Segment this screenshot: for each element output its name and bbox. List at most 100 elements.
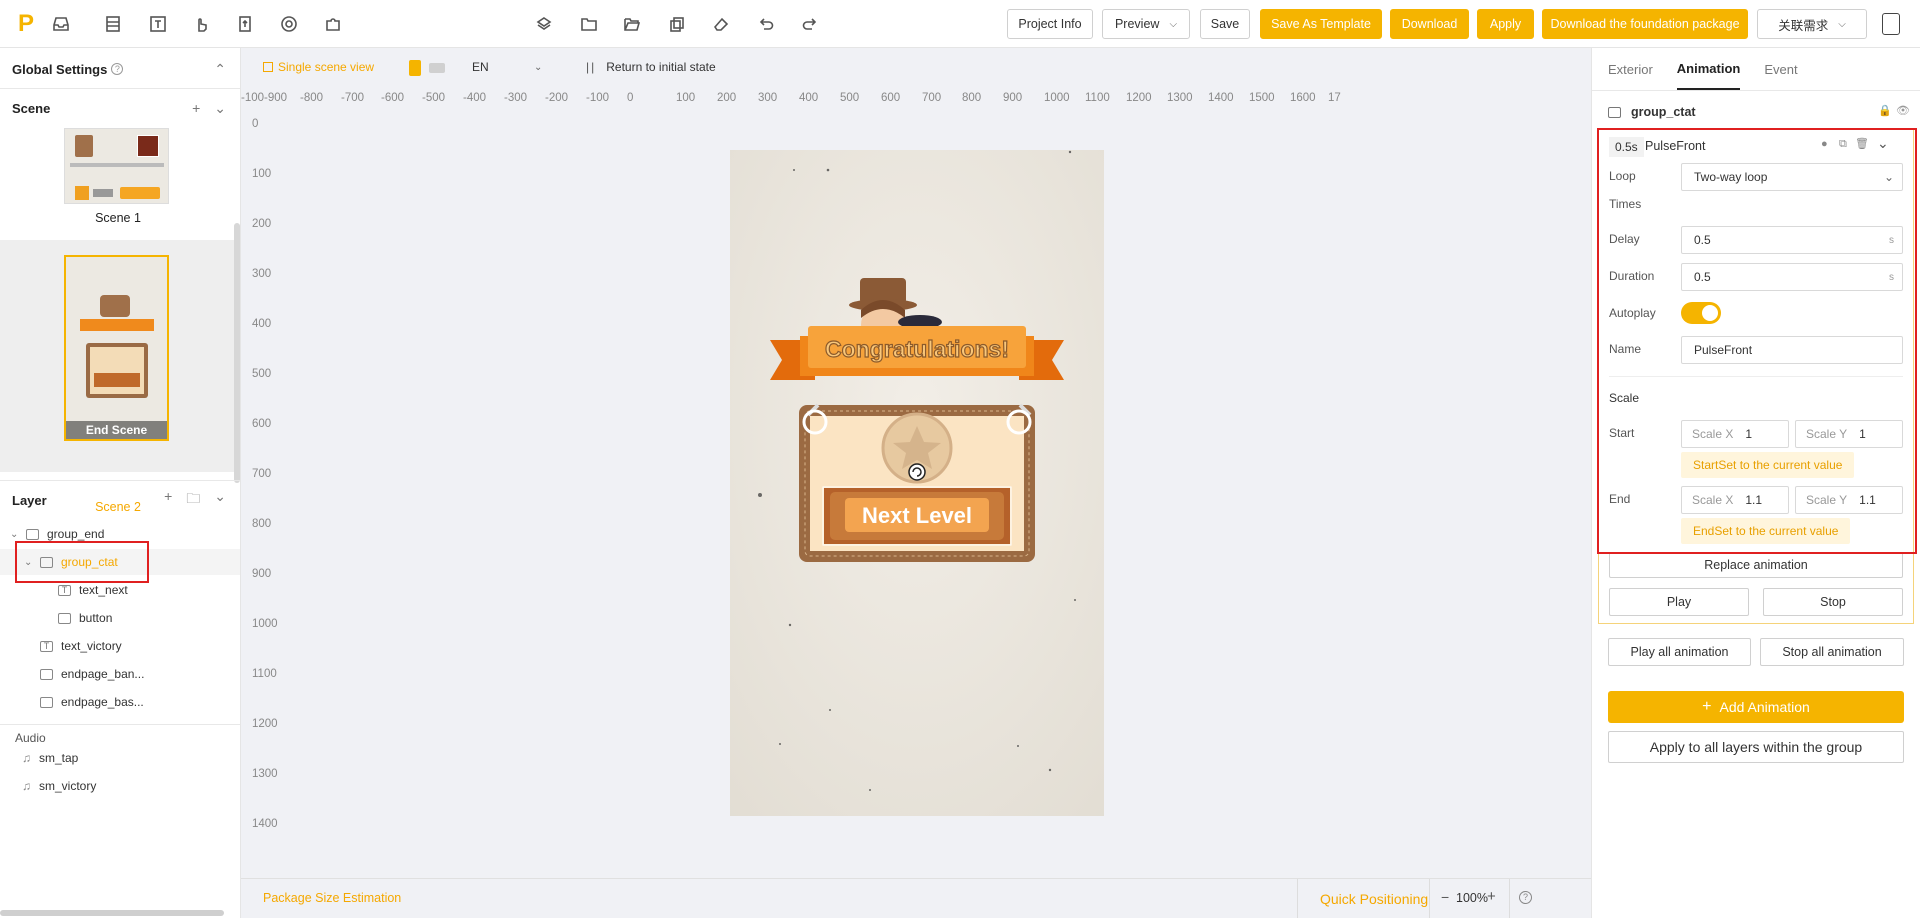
layer-item-text-next[interactable]: T text_next (58, 576, 128, 604)
help-icon[interactable]: ? (111, 63, 124, 75)
property-tabs: Exterior Animation Event (1608, 48, 1798, 90)
layer-item-endpage-banner[interactable]: endpage_ban... (40, 660, 144, 688)
canvas-area: Single scene view EN ⌄ || Return to init… (241, 48, 1591, 878)
scene-artwork: Congratulations! Next Level (730, 150, 1104, 816)
ruler-tick-label: -300 (504, 92, 528, 104)
save-as-template-button[interactable]: Save As Template (1260, 9, 1382, 39)
ruler-tick-label: 1000 (1044, 92, 1070, 104)
play-all-animation-button[interactable]: Play all animation (1608, 638, 1751, 666)
ruler-tick-label: -100 (586, 92, 610, 104)
undo-icon[interactable] (755, 13, 777, 35)
audio-item-sm-victory[interactable]: ♫ sm_victory (22, 772, 96, 800)
banner-image (80, 319, 154, 331)
zoom-out-button[interactable]: − (1441, 889, 1449, 905)
open-folder-icon[interactable] (621, 13, 643, 35)
ruler-tick-label: -700 (341, 92, 365, 104)
copy-icon[interactable] (666, 13, 688, 35)
ruler-tick-label: -100 (241, 92, 265, 104)
upload-file-icon[interactable] (234, 13, 256, 35)
chevron-down-icon: ⌄ (534, 61, 543, 73)
ruler-tick-label: -200 (545, 92, 569, 104)
add-scene-icon[interactable]: + (192, 100, 200, 117)
ruler-tick-label: 1300 (252, 768, 278, 780)
language-select[interactable]: EN ⌄ (472, 60, 552, 74)
top-toolbar: P Project Info Preview ⌵ Save Save As Te… (0, 0, 1920, 48)
stop-button[interactable]: Stop (1763, 588, 1903, 616)
ruler-tick-label: 1200 (1126, 92, 1152, 104)
ruler-tick-label: 600 (252, 418, 272, 430)
replace-animation-button[interactable]: Replace animation (1609, 552, 1903, 578)
ruler-tick-label: 800 (252, 518, 272, 530)
panel-image (86, 343, 148, 398)
global-settings-header[interactable]: Global Settings ? ⌃ (0, 50, 240, 88)
horizontal-scrollbar[interactable] (0, 910, 224, 916)
tab-exterior[interactable]: Exterior (1608, 48, 1653, 90)
layer-title: Layer (12, 492, 47, 508)
inbox-icon[interactable] (50, 13, 72, 35)
tab-event[interactable]: Event (1764, 48, 1797, 90)
add-layer-icon[interactable]: + (164, 488, 172, 512)
scene-2-item[interactable]: End Scene Scene 2 (0, 240, 234, 514)
scene-title: Scene (12, 100, 51, 116)
layer-item-endpage-base[interactable]: endpage_bas... (40, 688, 144, 716)
apply-button[interactable]: Apply (1477, 9, 1534, 39)
scene-canvas-preview[interactable]: Congratulations! Next Level (730, 150, 1104, 816)
return-initial-state-button[interactable]: || Return to initial state (586, 60, 716, 74)
caret-down-icon[interactable]: ⌄ (10, 529, 18, 540)
download-foundation-package-button[interactable]: Download the foundation package (1542, 9, 1748, 39)
text-tool-icon[interactable] (147, 13, 169, 35)
chevron-up-icon[interactable]: ⌃ (214, 61, 226, 78)
download-button[interactable]: Download (1390, 9, 1469, 39)
project-info-button[interactable]: Project Info (1007, 9, 1093, 39)
color-swatch-gray[interactable] (429, 63, 445, 73)
audio-item-sm-tap[interactable]: ♫ sm_tap (22, 744, 78, 772)
divider (1297, 879, 1298, 918)
layout-icon[interactable] (102, 13, 124, 35)
scene-scrollbar[interactable] (234, 223, 240, 483)
quick-positioning-button[interactable]: Quick Positioning (1320, 891, 1428, 907)
folder-icon[interactable] (578, 13, 600, 35)
chevron-down-icon[interactable]: ⌄ (214, 100, 226, 117)
folder-icon (1608, 106, 1621, 118)
chevron-down-icon[interactable]: ⌄ (214, 488, 226, 512)
related-needs-dropdown[interactable]: 关联需求 ⌵ (1757, 9, 1867, 39)
layers-icon[interactable] (533, 13, 555, 35)
ruler-tick-label: 1000 (252, 618, 278, 630)
package-size-link[interactable]: Package Size Estimation (263, 891, 401, 905)
color-swatch-yellow[interactable] (409, 60, 421, 76)
character-image (100, 295, 130, 317)
clipboard-check-icon[interactable] (1882, 13, 1900, 35)
group-header: group_ctat (1608, 100, 1696, 124)
horizontal-ruler: -100 -900 -800 -700 -600 -500 -400 -300 -200 -100… (241, 88, 1591, 110)
zoom-in-button[interactable]: + (1487, 888, 1496, 905)
save-button[interactable]: Save (1200, 9, 1250, 39)
divider (1592, 90, 1920, 91)
scene-1-thumbnail[interactable] (64, 128, 169, 204)
play-button[interactable]: Play (1609, 588, 1749, 616)
help-icon[interactable]: ? (1519, 891, 1532, 904)
lock-icon[interactable]: 🔒 (1878, 104, 1892, 117)
ruler-tick-label: 900 (252, 568, 272, 580)
plugin-icon[interactable] (322, 13, 344, 35)
eye-icon[interactable]: 👁 (1896, 104, 1910, 117)
hand-tool-icon[interactable] (190, 13, 212, 35)
preview-dropdown[interactable]: Preview ⌵ (1102, 9, 1190, 39)
folder-icon[interactable]: 🗀 (186, 488, 200, 512)
scene-1-label[interactable]: Scene 1 (0, 211, 236, 225)
at-sign-icon[interactable] (278, 13, 300, 35)
eraser-icon[interactable] (710, 13, 732, 35)
scene-2-thumbnail[interactable]: End Scene (64, 255, 169, 441)
global-settings-title: Global Settings (12, 61, 108, 77)
layer-item-text-victory[interactable]: T text_victory (40, 632, 122, 660)
layer-item-button[interactable]: button (58, 604, 112, 632)
caption-line (70, 163, 164, 167)
single-scene-view-toggle[interactable]: Single scene view (263, 60, 374, 74)
apply-to-all-layers-button[interactable]: Apply to all layers within the group (1608, 731, 1904, 763)
svg-text:Next Level: Next Level (862, 503, 972, 528)
stop-all-animation-button[interactable]: Stop all animation (1760, 638, 1904, 666)
ruler-tick-label: 200 (717, 92, 737, 104)
redo-icon[interactable] (799, 13, 821, 35)
add-animation-button[interactable]: + Add Animation (1608, 691, 1904, 723)
vertical-ruler: 0 100 200 300 400 500 600 700 800 900 1000 1100 1200… (241, 110, 281, 910)
tab-animation[interactable]: Animation (1676, 48, 1741, 90)
